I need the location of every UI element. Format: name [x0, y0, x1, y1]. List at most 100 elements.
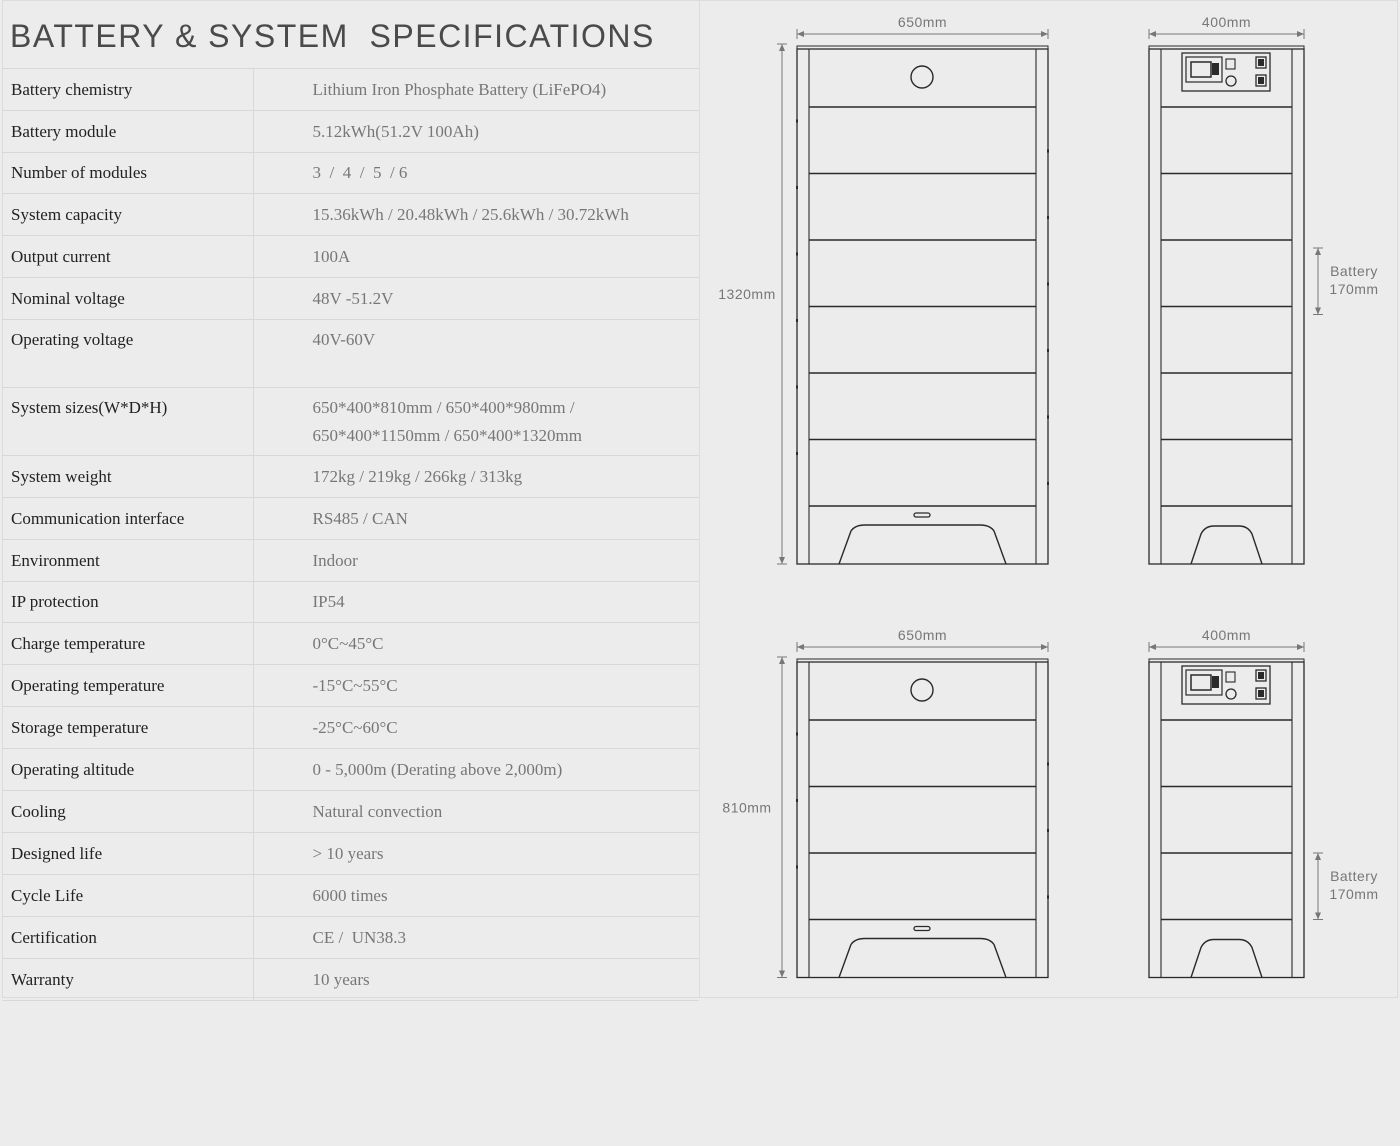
arrow-head: [1297, 31, 1304, 37]
spec-value-line: CE / UN38.3: [312, 927, 407, 947]
side-width-label: 400mm: [1202, 627, 1251, 643]
front-base-foot: [838, 937, 1007, 978]
spec-row: Battery chemistry Lithium Iron Phosphate …: [2, 68, 699, 111]
spec-label: IP protection: [2, 581, 254, 623]
arrow-head: [1041, 644, 1048, 650]
arrow-head: [1315, 853, 1321, 860]
status-light-icon: [1225, 671, 1236, 683]
power-button-icon: [910, 65, 934, 89]
spec-row: Operating altitude 0 - 5,000m (Derating a…: [2, 748, 699, 791]
spec-row: Operating temperature -15°C~55°C: [2, 664, 699, 707]
spec-value: IP54: [253, 582, 699, 623]
spec-value-line: 0°C~45°C: [312, 633, 384, 653]
battery-height-label: 170mm: [1329, 886, 1378, 902]
arrow-head: [779, 970, 785, 978]
spec-label: Certification: [2, 916, 254, 959]
spec-row: Charge temperature 0°C~45°C: [2, 622, 699, 665]
status-light-icon: [1225, 58, 1236, 70]
spec-table: Battery chemistry Lithium Iron Phosphate …: [2, 68, 699, 1001]
display-inner-icon: [1190, 61, 1212, 78]
spec-value: 0 - 5,000m (Derating above 2,000m): [253, 749, 699, 791]
spec-row: Environment Indoor: [2, 539, 699, 582]
spec-label: Battery chemistry: [2, 68, 254, 111]
front-width-label: 650mm: [898, 14, 947, 30]
spec-value: Indoor: [253, 540, 699, 582]
drawing-canvas: 650mm 1320mm 400mm Battery 170mm 650mm 810mm 40…: [718, 14, 1378, 979]
spec-label: Nominal voltage: [2, 277, 254, 320]
dimension-drawings: 650mm 1320mm 400mm Battery 170mm 650mm 810mm 40…: [700, 0, 1398, 998]
spec-value: 6000 times: [253, 875, 699, 917]
spec-row: Operating voltage 40V-60V: [2, 319, 699, 388]
spec-value: 40V-60V: [253, 320, 699, 388]
spec-value-line: 650*400*810mm / 650*400*980mm /: [312, 398, 575, 417]
spec-row: Warranty 10 years: [2, 958, 699, 1001]
side-width-label: 400mm: [1202, 14, 1251, 30]
front-width-label: 650mm: [898, 627, 947, 643]
spec-value: CE / UN38.3: [253, 917, 699, 959]
front-base-foot: [838, 524, 1007, 565]
spec-label: Storage temperature: [2, 706, 254, 749]
spec-row: Communication interface RS485 / CAN: [2, 497, 699, 540]
spec-label: Operating temperature: [2, 664, 254, 707]
spec-value-line: 6000 times: [312, 885, 388, 905]
spec-value-line: 100A: [312, 246, 351, 266]
spec-value: 650*400*810mm / 650*400*980mm / 650*400*1…: [253, 388, 699, 456]
spec-value: -15°C~55°C: [253, 665, 699, 707]
spec-value: 3 / 4 / 5 / 6: [253, 153, 699, 194]
arrow-head: [1315, 248, 1321, 255]
spec-value-line: 40V-60V: [312, 330, 376, 349]
spec-value: 100A: [253, 236, 699, 278]
spec-row: System weight 172kg / 219kg / 266kg / 313…: [2, 455, 699, 498]
spec-label: Warranty: [2, 958, 254, 1001]
spec-row: Cycle Life 6000 times: [2, 874, 699, 917]
spec-label: Output current: [2, 235, 254, 278]
spec-row: System sizes(W*D*H) 650*400*810mm / 650*4…: [2, 387, 699, 456]
power-port-pin-icon: [1258, 690, 1264, 697]
spec-value-line: 3 / 4 / 5 / 6: [312, 163, 408, 182]
spec-value-line: -25°C~60°C: [312, 717, 398, 737]
arrow-head: [797, 31, 804, 37]
spec-value-line: > 10 years: [312, 843, 384, 863]
spec-value-line: 650*400*1150mm / 650*400*1320mm: [312, 426, 583, 445]
side-outline: [1148, 661, 1305, 979]
arrow-head: [1149, 644, 1156, 650]
spec-value-line: 15.36kWh / 20.48kWh / 25.6kWh / 30.72kWh: [312, 204, 629, 224]
spec-value: 172kg / 219kg / 266kg / 313kg: [253, 456, 699, 498]
spec-row: Designed life > 10 years: [2, 832, 699, 875]
arrow-head: [779, 657, 785, 664]
display-block-icon: [1212, 63, 1219, 75]
spec-label: Designed life: [2, 832, 254, 875]
arrow-head: [1041, 31, 1048, 37]
battery-height-label: 170mm: [1329, 281, 1378, 297]
spec-value-line: 5.12kWh(51.2V 100Ah): [312, 121, 479, 141]
base-handle-icon: [913, 925, 931, 932]
spec-label: System capacity: [2, 193, 254, 236]
spec-row: Certification CE / UN38.3: [2, 916, 699, 959]
spec-value: RS485 / CAN: [253, 498, 699, 540]
spec-value-line: Indoor: [312, 550, 358, 570]
display-inner-icon: [1190, 674, 1212, 691]
spec-label: Environment: [2, 539, 254, 582]
battery-label: Battery: [1330, 263, 1378, 279]
spec-value-line: 48V -51.2V: [312, 288, 394, 308]
arrow-head: [779, 44, 785, 51]
spec-value: Natural convection: [253, 791, 699, 833]
spec-label: Operating altitude: [2, 748, 254, 791]
display-block-icon: [1212, 676, 1219, 688]
arrow-head: [1315, 912, 1321, 920]
spec-value-line: Natural convection: [312, 801, 443, 821]
spec-label: Cooling: [2, 790, 254, 833]
arrow-head: [779, 557, 785, 564]
spec-value-line: Lithium Iron Phosphate Battery (LiFePO4): [312, 79, 607, 99]
spec-value: 48V -51.2V: [253, 278, 699, 320]
power-port-pin-icon: [1258, 77, 1264, 84]
spec-label: System weight: [2, 455, 254, 498]
height-label: 1320mm: [718, 286, 775, 302]
comm-port-pin-icon: [1258, 672, 1264, 679]
arrow-head: [1149, 31, 1156, 37]
spec-row: Cooling Natural convection: [2, 790, 699, 833]
spec-value-line: IP54: [312, 592, 345, 611]
side-base-foot: [1190, 525, 1263, 565]
spec-value: 15.36kWh / 20.48kWh / 25.6kWh / 30.72kWh: [253, 194, 699, 236]
spec-value-line: 0 - 5,000m (Derating above 2,000m): [312, 759, 563, 779]
